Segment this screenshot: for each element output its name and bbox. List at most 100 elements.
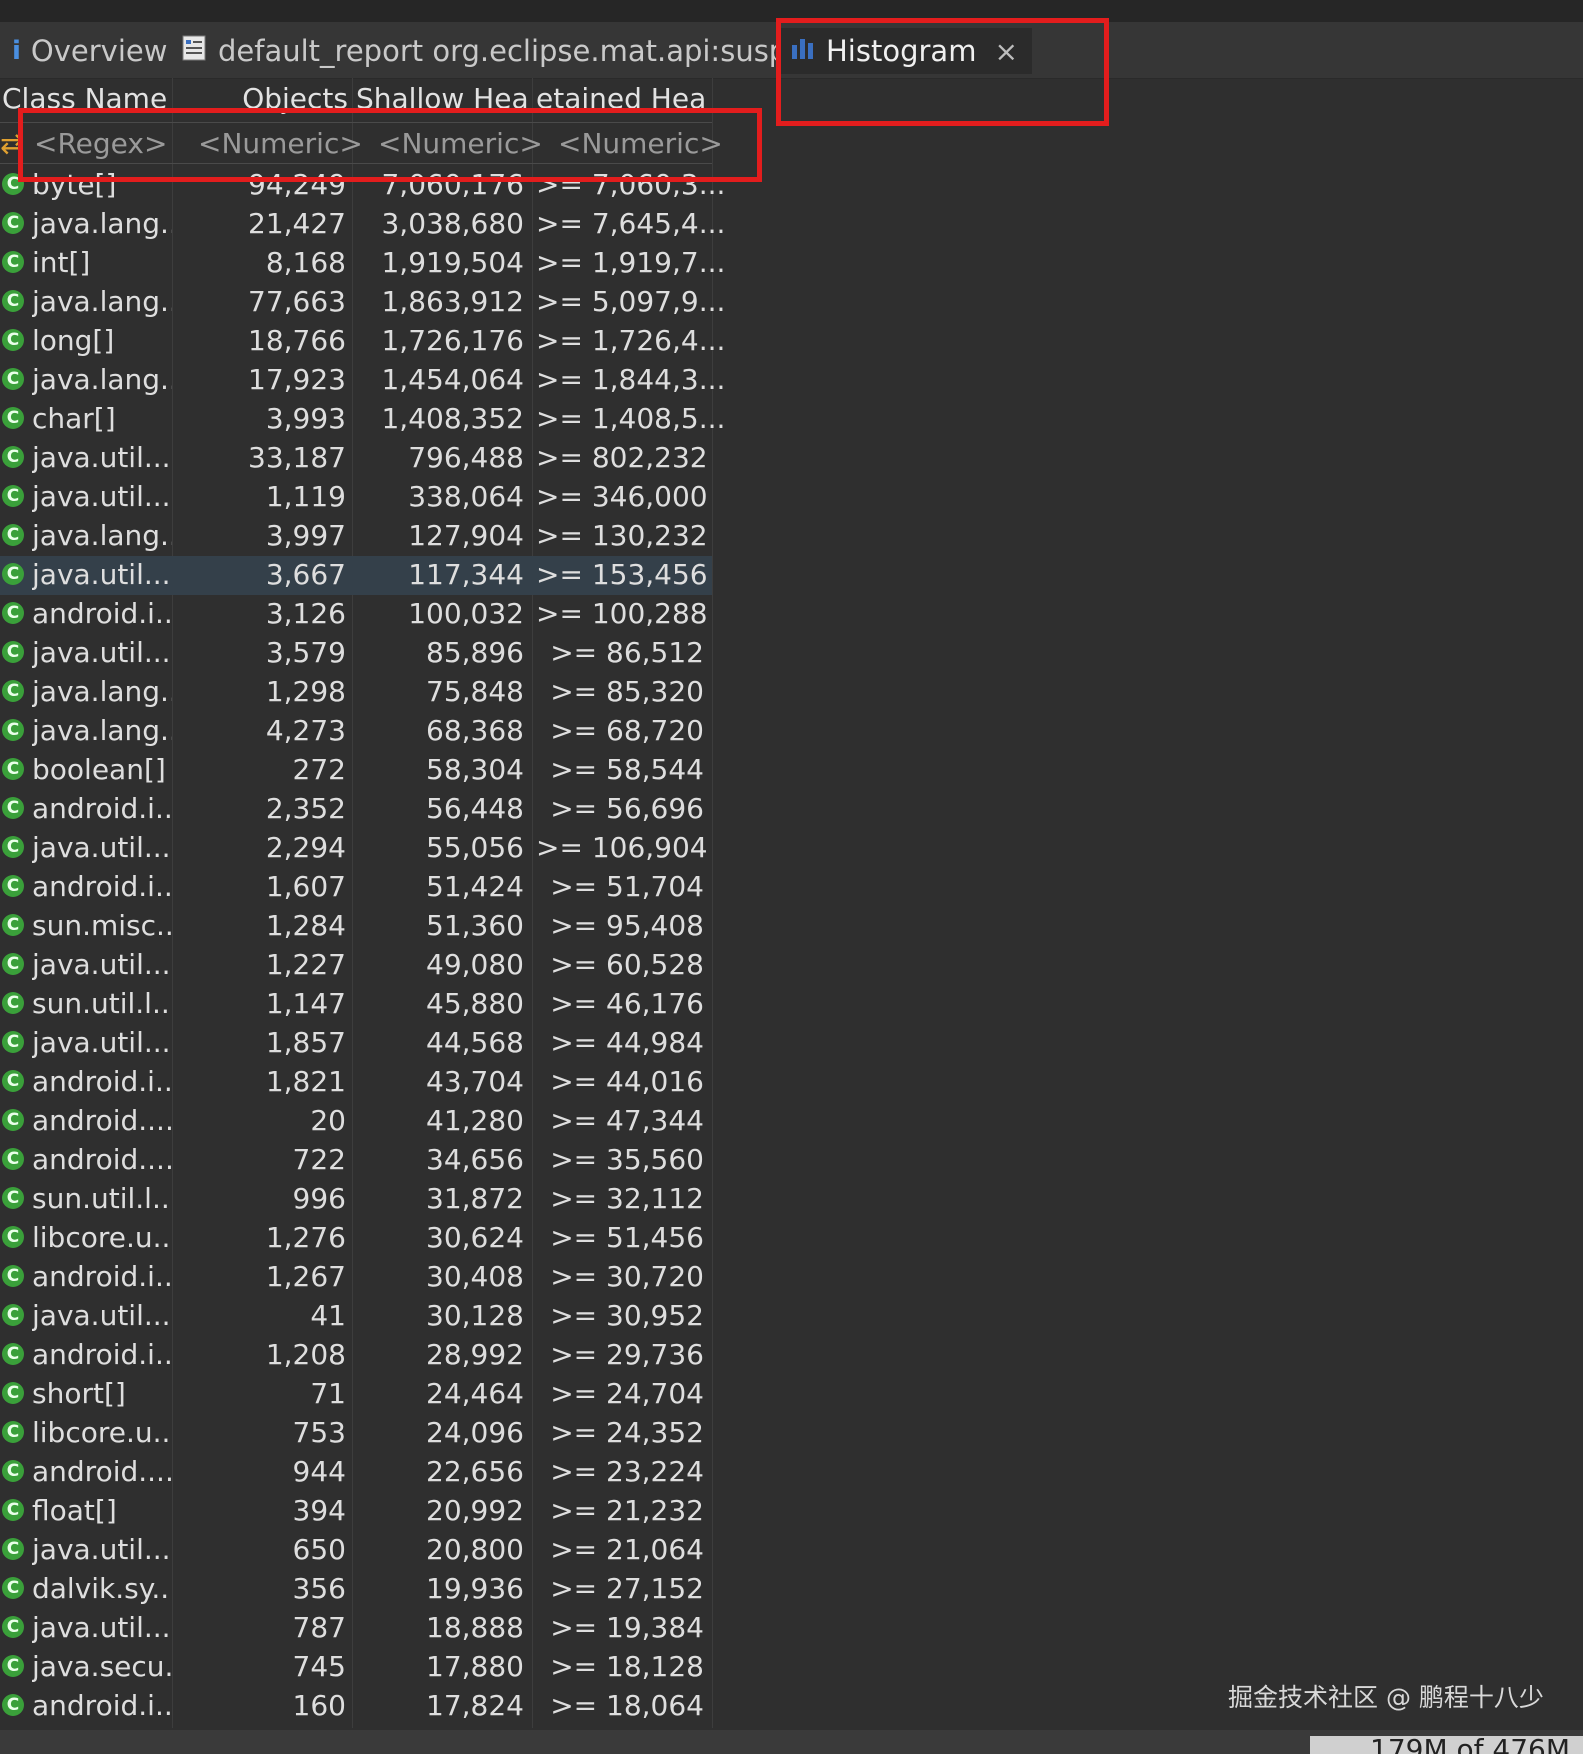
cell-shallow-heap: 55,056 bbox=[426, 831, 524, 864]
table-row[interactable]: Cjava.util.... 3,667 117,344 >= 153,456 bbox=[0, 556, 712, 595]
table-row[interactable]: Csun.misc... 1,284 51,360 >= 95,408 bbox=[0, 907, 712, 946]
cell-shallow-heap: 17,880 bbox=[426, 1650, 524, 1683]
table-row[interactable]: Cdalvik.sy... 356 19,936 >= 27,152 bbox=[0, 1570, 712, 1609]
table-row[interactable]: Cjava.lang... 1,298 75,848 >= 85,320 bbox=[0, 673, 712, 712]
table-row[interactable]: Cint[] 8,168 1,919,504 >= 1,919,7... bbox=[0, 244, 726, 283]
cell-retained-heap: >= 7,645,4... bbox=[536, 207, 726, 240]
cell-objects: 17,923 bbox=[248, 363, 346, 396]
table-row[interactable]: Cfloat[] 394 20,992 >= 21,232 bbox=[0, 1492, 712, 1531]
cell-class-name: libcore.u... bbox=[32, 1221, 172, 1254]
cell-objects: 650 bbox=[292, 1533, 346, 1566]
table-row[interactable]: Candroid.i... 1,821 43,704 >= 44,016 bbox=[0, 1063, 712, 1102]
cell-class-name: java.lang... bbox=[32, 714, 172, 747]
cell-shallow-heap: 127,904 bbox=[408, 519, 524, 552]
class-icon: C bbox=[2, 758, 24, 780]
highlight-box-histogram-tab bbox=[776, 18, 1109, 126]
table-row[interactable]: Candroid.i... 1,607 51,424 >= 51,704 bbox=[0, 868, 712, 907]
cell-class-name: boolean[] bbox=[32, 753, 166, 786]
cell-class-name: java.util.... bbox=[32, 480, 172, 513]
cell-retained-heap: >= 18,064 bbox=[550, 1689, 704, 1722]
table-row[interactable]: Cjava.util.... 650 20,800 >= 21,064 bbox=[0, 1531, 712, 1570]
cell-shallow-heap: 20,800 bbox=[426, 1533, 524, 1566]
cell-objects: 21,427 bbox=[248, 207, 346, 240]
cell-retained-heap: >= 86,512 bbox=[550, 636, 704, 669]
cell-retained-heap: >= 24,704 bbox=[550, 1377, 704, 1410]
cell-objects: 996 bbox=[292, 1182, 346, 1215]
cell-shallow-heap: 30,128 bbox=[426, 1299, 524, 1332]
table-row[interactable]: Candroid.i... 160 17,824 >= 18,064 bbox=[0, 1687, 712, 1726]
cell-objects: 1,119 bbox=[265, 480, 346, 513]
table-row[interactable]: Cjava.util.... 2,294 55,056 >= 106,904 bbox=[0, 829, 712, 868]
table-row[interactable]: Candroid.i... 1,208 28,992 >= 29,736 bbox=[0, 1336, 712, 1375]
cell-objects: 1,276 bbox=[265, 1221, 346, 1254]
table-row[interactable]: Candroid.... 722 34,656 >= 35,560 bbox=[0, 1141, 712, 1180]
table-row[interactable]: Cjava.util.... 787 18,888 >= 19,384 bbox=[0, 1609, 712, 1648]
class-icon: C bbox=[2, 446, 24, 468]
cell-objects: 1,284 bbox=[265, 909, 346, 942]
cell-objects: 41 bbox=[310, 1299, 346, 1332]
table-row[interactable]: Clibcore.u... 753 24,096 >= 24,352 bbox=[0, 1414, 712, 1453]
table-row[interactable]: Cjava.util.... 1,227 49,080 >= 60,528 bbox=[0, 946, 712, 985]
cell-class-name: java.secu... bbox=[32, 1650, 172, 1683]
cell-objects: 356 bbox=[292, 1572, 346, 1605]
cell-retained-heap: >= 95,408 bbox=[550, 909, 704, 942]
table-row[interactable]: Cjava.secu... 745 17,880 >= 18,128 bbox=[0, 1648, 712, 1687]
cell-shallow-heap: 51,360 bbox=[426, 909, 524, 942]
table-row[interactable]: Cjava.lang... 17,923 1,454,064 >= 1,844,3..… bbox=[0, 361, 726, 400]
class-icon: C bbox=[2, 563, 24, 585]
table-row[interactable]: Csun.util.l... 1,147 45,880 >= 46,176 bbox=[0, 985, 712, 1024]
table-row[interactable]: Cjava.util.... 1,857 44,568 >= 44,984 bbox=[0, 1024, 712, 1063]
cell-objects: 3,993 bbox=[265, 402, 346, 435]
cell-shallow-heap: 1,726,176 bbox=[381, 324, 524, 357]
table-row[interactable]: Cjava.lang... 21,427 3,038,680 >= 7,645,4..… bbox=[0, 205, 726, 244]
heap-status[interactable]: 179M of 476M bbox=[1310, 1736, 1583, 1754]
cell-retained-heap: >= 1,844,3... bbox=[536, 363, 726, 396]
table-row[interactable]: Cjava.util.... 41 30,128 >= 30,952 bbox=[0, 1297, 712, 1336]
table-row[interactable]: Candroid.... 20 41,280 >= 47,344 bbox=[0, 1102, 712, 1141]
info-icon: i bbox=[12, 36, 21, 66]
class-icon: C bbox=[2, 1031, 24, 1053]
table-row[interactable]: Candroid.i... 1,267 30,408 >= 30,720 bbox=[0, 1258, 712, 1297]
cell-shallow-heap: 30,624 bbox=[426, 1221, 524, 1254]
cell-shallow-heap: 34,656 bbox=[426, 1143, 524, 1176]
cell-class-name: java.util.... bbox=[32, 1299, 172, 1332]
histogram-table-body: Cbyte[] 94,249 7,060,176 >= 7,060,3... Cjava… bbox=[0, 166, 726, 1726]
table-row[interactable]: Cjava.lang... 4,273 68,368 >= 68,720 bbox=[0, 712, 712, 751]
cell-objects: 18,766 bbox=[248, 324, 346, 357]
cell-objects: 3,579 bbox=[265, 636, 346, 669]
cell-retained-heap: >= 106,904 bbox=[536, 831, 708, 864]
tab-overview[interactable]: i Overview bbox=[12, 28, 167, 74]
class-icon: C bbox=[2, 1577, 24, 1599]
table-row[interactable]: Clibcore.u... 1,276 30,624 >= 51,456 bbox=[0, 1219, 712, 1258]
cell-shallow-heap: 51,424 bbox=[426, 870, 524, 903]
cell-shallow-heap: 85,896 bbox=[426, 636, 524, 669]
table-row[interactable]: Cjava.util.... 1,119 338,064 >= 346,000 bbox=[0, 478, 712, 517]
class-icon: C bbox=[2, 1538, 24, 1560]
table-row[interactable]: Cjava.util.... 33,187 796,488 >= 802,232 bbox=[0, 439, 712, 478]
tab-default-report[interactable]: default_report org.eclipse.mat.api:suspe… bbox=[180, 28, 847, 74]
table-row[interactable]: Cshort[] 71 24,464 >= 24,704 bbox=[0, 1375, 712, 1414]
cell-retained-heap: >= 100,288 bbox=[536, 597, 708, 630]
cell-class-name: sun.util.l... bbox=[32, 987, 172, 1020]
cell-retained-heap: >= 85,320 bbox=[550, 675, 704, 708]
table-row[interactable]: Candroid.i... 3,126 100,032 >= 100,288 bbox=[0, 595, 712, 634]
cell-shallow-heap: 117,344 bbox=[408, 558, 524, 591]
table-row[interactable]: Candroid.i... 2,352 56,448 >= 56,696 bbox=[0, 790, 712, 829]
cell-objects: 753 bbox=[292, 1416, 346, 1449]
class-icon: C bbox=[2, 1694, 24, 1716]
table-row[interactable]: Cjava.util.... 3,579 85,896 >= 86,512 bbox=[0, 634, 712, 673]
table-row[interactable]: Csun.util.l... 996 31,872 >= 32,112 bbox=[0, 1180, 712, 1219]
cell-retained-heap: >= 21,232 bbox=[550, 1494, 704, 1527]
table-row[interactable]: Candroid.... 944 22,656 >= 23,224 bbox=[0, 1453, 712, 1492]
table-row[interactable]: Cchar[] 3,993 1,408,352 >= 1,408,5... bbox=[0, 400, 725, 439]
table-row[interactable]: Cboolean[] 272 58,304 >= 58,544 bbox=[0, 751, 712, 790]
cell-class-name: android.i... bbox=[32, 1065, 172, 1098]
cell-class-name: java.lang... bbox=[32, 519, 172, 552]
table-row[interactable]: Cjava.lang... 3,997 127,904 >= 130,232 bbox=[0, 517, 712, 556]
table-row[interactable]: Clong[] 18,766 1,726,176 >= 1,726,4... bbox=[0, 322, 725, 361]
cell-objects: 3,126 bbox=[265, 597, 346, 630]
cell-shallow-heap: 30,408 bbox=[426, 1260, 524, 1293]
table-row[interactable]: Cjava.lang... 77,663 1,863,912 >= 5,097,9..… bbox=[0, 283, 725, 322]
cell-retained-heap: >= 802,232 bbox=[536, 441, 708, 474]
cell-retained-heap: >= 1,919,7... bbox=[536, 246, 726, 279]
